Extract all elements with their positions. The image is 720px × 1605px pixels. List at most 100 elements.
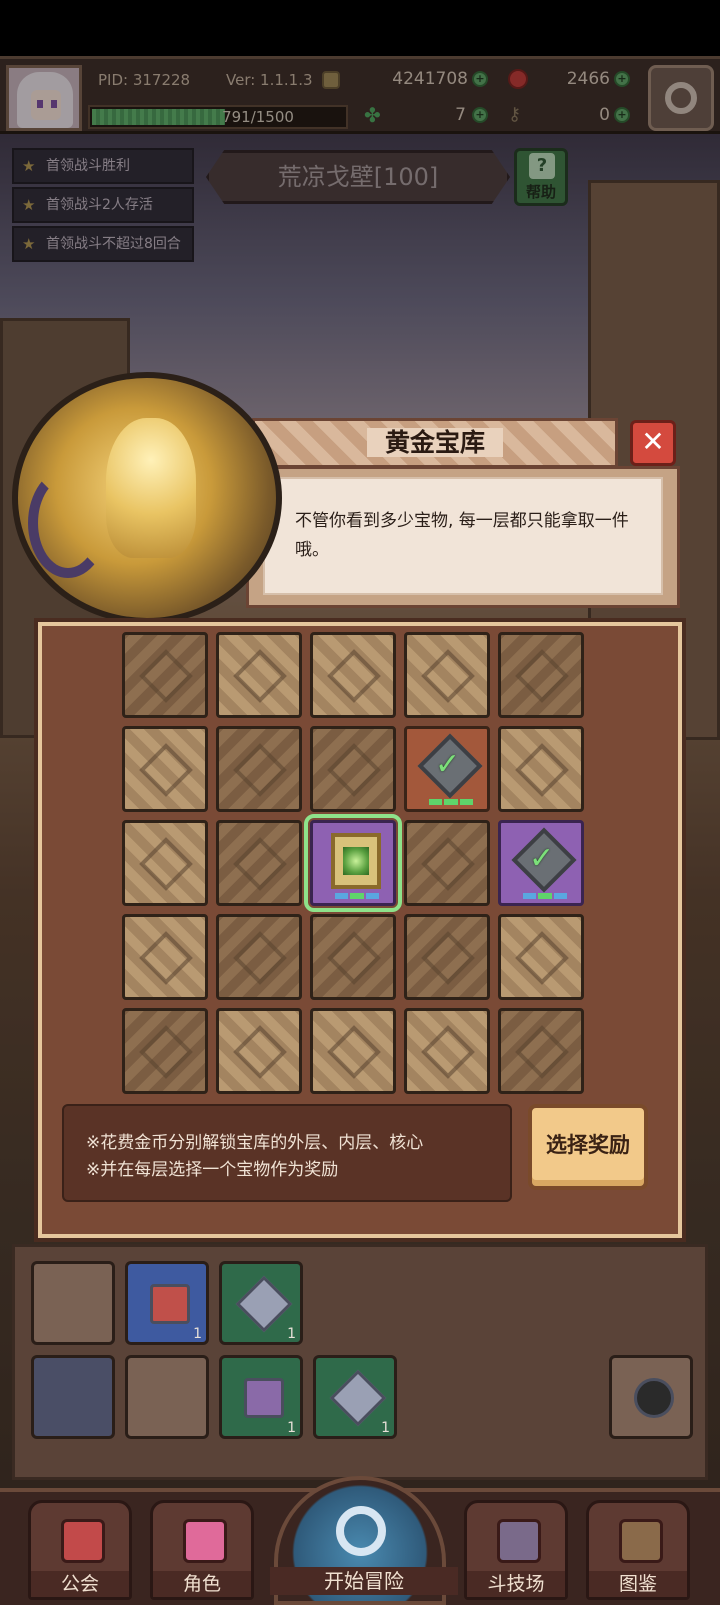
checkmark-icon: ✓ [435, 747, 461, 782]
dialog-title: 黄金宝库 [366, 428, 503, 457]
magnifier-icon [336, 1506, 386, 1556]
codex-icon [619, 1519, 663, 1563]
inventory-slot[interactable] [125, 1355, 209, 1439]
tile-pattern [327, 743, 381, 797]
vault-tile-locked[interactable] [216, 632, 302, 718]
vault-tile-locked[interactable] [498, 1008, 584, 1094]
tile-pattern [421, 649, 475, 703]
vault-tile-locked[interactable] [310, 914, 396, 1000]
inventory-slot[interactable]: 1 [219, 1261, 303, 1345]
inventory-slot[interactable] [31, 1261, 115, 1345]
nav-arena[interactable]: 斗技场 [464, 1500, 568, 1600]
vault-tile-locked[interactable] [404, 632, 490, 718]
tile-pattern [233, 837, 287, 891]
item-count: 1 [381, 1420, 390, 1436]
tile-pattern [515, 649, 569, 703]
guild-icon [61, 1519, 105, 1563]
vault-tile-locked[interactable] [122, 820, 208, 906]
vault-item-claimed[interactable]: ✓ [404, 726, 490, 812]
vault-tile-locked[interactable] [216, 1008, 302, 1094]
golden-girl-figure [106, 418, 196, 558]
nav-character[interactable]: 角色 [150, 1500, 254, 1600]
tile-pattern [515, 743, 569, 797]
vault-tile-locked[interactable] [122, 632, 208, 718]
golden-spirit-portrait [12, 372, 282, 624]
golden-vault-panel: ✓ ✓ ※花费金币分别解锁宝库的外层、内层、核心 ※并在每层选择一个宝物作为奖励… [38, 622, 682, 1238]
nav-label: 公会 [31, 1571, 129, 1597]
cauldron-icon [634, 1378, 674, 1418]
tile-pattern [139, 649, 193, 703]
vault-tile-locked[interactable] [404, 914, 490, 1000]
tile-pattern [139, 743, 193, 797]
crystal-icon [235, 1275, 293, 1333]
tile-pattern [233, 1025, 287, 1079]
game-screen: PID: 317228 Ver: 1.1.1.3 4241708 + 2466 … [0, 0, 720, 1605]
tile-pattern [327, 649, 381, 703]
vault-tile-locked[interactable] [404, 1008, 490, 1094]
vault-tile-locked[interactable] [404, 820, 490, 906]
book-icon [244, 1378, 284, 1418]
tile-pattern [139, 931, 193, 985]
vault-tile-locked[interactable] [310, 1008, 396, 1094]
tile-pattern [421, 837, 475, 891]
instruction-line: ※花费金币分别解锁宝库的外层、内层、核心 [86, 1133, 424, 1153]
item-count: 1 [287, 1420, 296, 1436]
tile-pattern [139, 1025, 193, 1079]
nav-guild[interactable]: 公会 [28, 1500, 132, 1600]
item-count: 1 [193, 1326, 202, 1342]
vault-instructions: ※花费金币分别解锁宝库的外层、内层、核心 ※并在每层选择一个宝物作为奖励 [62, 1104, 512, 1202]
vault-tile-locked[interactable] [310, 726, 396, 812]
vault-tile-locked[interactable] [122, 726, 208, 812]
vault-tile-locked[interactable] [122, 914, 208, 1000]
character-icon [183, 1519, 227, 1563]
item-count: 1 [287, 1326, 296, 1342]
vault-tile-locked[interactable] [216, 820, 302, 906]
vault-tile-locked[interactable] [216, 726, 302, 812]
select-reward-button[interactable]: 选择奖励 [528, 1104, 648, 1190]
crossed-swords-icon [497, 1519, 541, 1563]
close-button[interactable]: ✕ [630, 420, 676, 466]
emerald-core [343, 847, 369, 875]
tile-pattern [327, 931, 381, 985]
instruction-line: ※并在每层选择一个宝物作为奖励 [86, 1160, 339, 1180]
nav-label: 开始冒险 [270, 1567, 458, 1595]
inventory-slot[interactable] [609, 1355, 693, 1439]
inventory-grid: 1 1 1 1 [12, 1244, 708, 1480]
vault-item-claimed[interactable]: ✓ [498, 820, 584, 906]
vault-tile-locked[interactable] [122, 1008, 208, 1094]
nav-codex[interactable]: 图鉴 [586, 1500, 690, 1600]
crystal-icon [329, 1369, 387, 1427]
nav-label: 图鉴 [589, 1571, 687, 1597]
dialog-box: 不管你看到多少宝物, 每一层都只能拿取一件哦。 [246, 466, 680, 608]
tile-pattern [233, 931, 287, 985]
vault-tile-locked[interactable] [216, 914, 302, 1000]
vault-tile-locked[interactable] [498, 914, 584, 1000]
checkmark-icon: ✓ [529, 841, 555, 876]
tile-pattern [515, 1025, 569, 1079]
tile-pattern [233, 649, 287, 703]
tile-pattern [327, 1025, 381, 1079]
vault-tile-locked[interactable] [498, 726, 584, 812]
dialog-title-bar: 黄金宝库 [252, 418, 618, 468]
tile-pattern [139, 837, 193, 891]
tile-pattern [421, 1025, 475, 1079]
dialog-message: 不管你看到多少宝物, 每一层都只能拿取一件哦。 [263, 477, 663, 595]
rarity-pips [523, 893, 567, 899]
inventory-slot[interactable]: 1 [313, 1355, 397, 1439]
nav-label: 斗技场 [467, 1571, 565, 1597]
inventory-slot[interactable]: 1 [125, 1261, 209, 1345]
inventory-slot[interactable] [31, 1355, 115, 1439]
inventory-slot[interactable]: 1 [219, 1355, 303, 1439]
vault-item-selected[interactable] [304, 814, 402, 912]
vault-tile-locked[interactable] [498, 632, 584, 718]
emerald-scroll-icon [331, 833, 381, 889]
tile-pattern [515, 931, 569, 985]
portrait-swirl [28, 468, 108, 578]
tile-pattern [233, 743, 287, 797]
rarity-pips [429, 799, 473, 805]
vault-tile-locked[interactable] [310, 632, 396, 718]
rarity-pips [335, 893, 379, 899]
nav-label: 角色 [153, 1571, 251, 1597]
chest-icon [150, 1284, 190, 1324]
tile-pattern [421, 931, 475, 985]
